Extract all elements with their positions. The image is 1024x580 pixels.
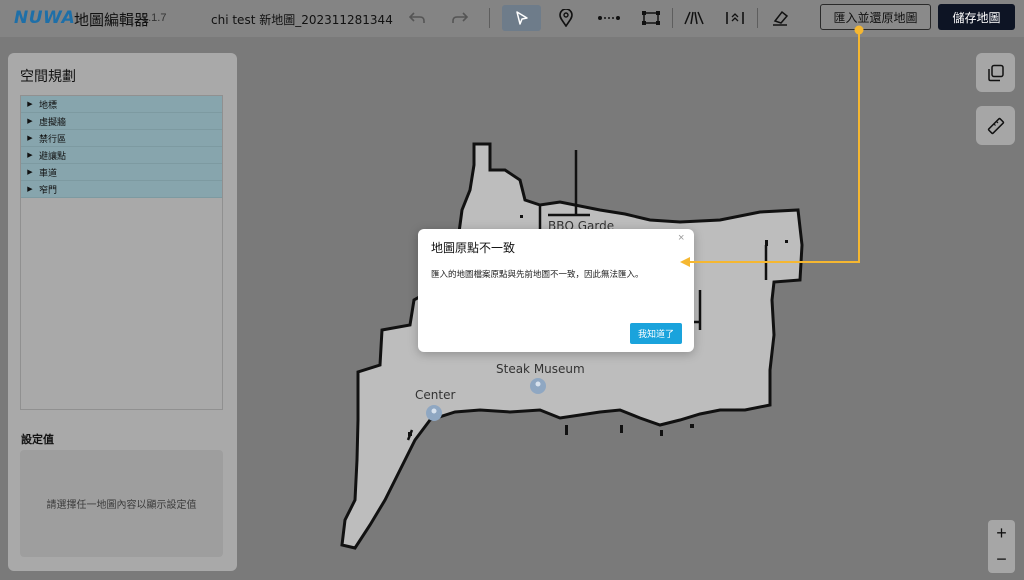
import-restore-map-button[interactable]: 匯入並還原地圖 xyxy=(820,4,931,30)
copy-icon xyxy=(987,64,1004,81)
map-pin-steak-museum xyxy=(530,378,546,394)
measure-button[interactable] xyxy=(976,106,1015,145)
pointer-icon[interactable] xyxy=(502,5,541,31)
redo-icon[interactable] xyxy=(448,5,472,31)
pin-icon[interactable] xyxy=(555,5,577,31)
layer-list: ▶ 地標 ▶ 虛擬牆 ▶ 禁行區 ▶ 避讓點 ▶ 車道 ▶ 窄門 xyxy=(20,95,223,410)
zoom-in-button[interactable]: + xyxy=(988,520,1015,547)
caret-right-icon: ▶ xyxy=(27,100,33,108)
app-version: 2.1.7 xyxy=(142,12,167,24)
undo-icon[interactable] xyxy=(405,5,429,31)
close-icon[interactable]: × xyxy=(678,232,684,244)
zoom-out-button[interactable]: − xyxy=(988,546,1015,573)
caret-right-icon: ▶ xyxy=(27,134,33,142)
map-name: chi test 新地圖_202311281344 xyxy=(211,13,393,27)
map-label-steak-museum: Steak Museum xyxy=(496,362,585,376)
layer-item-label: 避讓點 xyxy=(39,151,67,162)
path-icon[interactable] xyxy=(595,5,623,31)
save-map-button[interactable]: 儲存地圖 xyxy=(938,4,1015,30)
door-icon[interactable] xyxy=(722,5,748,31)
app-title: 地圖編輯器 xyxy=(74,11,150,29)
caret-right-icon: ▶ xyxy=(27,117,33,125)
settings-title: 設定值 xyxy=(21,433,54,446)
map-label-center: Center xyxy=(415,388,455,402)
toolbar-divider xyxy=(489,8,490,28)
space-planning-panel: 空間規劃 ▶ 地標 ▶ 虛擬牆 ▶ 禁行區 ▶ 避讓點 ▶ 車道 ▶ 窄門 設定值 請選擇任… xyxy=(8,53,237,571)
layer-item-label: 窄門 xyxy=(39,185,58,196)
eraser-icon[interactable] xyxy=(768,5,792,31)
layer-item-lane[interactable]: ▶ 車道 xyxy=(21,164,222,181)
ruler-icon xyxy=(987,117,1004,134)
layer-item-label: 禁行區 xyxy=(39,134,67,145)
dialog-title: 地圖原點不一致 xyxy=(431,241,516,255)
map-pin-center xyxy=(426,405,442,421)
layer-item-virtual-wall[interactable]: ▶ 虛擬牆 xyxy=(21,113,222,130)
acknowledge-button[interactable]: 我知道了 xyxy=(630,323,682,344)
nuwa-logo: NUWA xyxy=(14,8,76,28)
layers-toggle-button[interactable] xyxy=(976,53,1015,92)
layer-item-label: 車道 xyxy=(39,168,58,179)
settings-empty-state: 請選擇任一地圖內容以顯示設定值 xyxy=(20,450,223,557)
layer-item-label: 地標 xyxy=(39,100,58,111)
lanes-icon[interactable] xyxy=(681,5,707,31)
caret-right-icon: ▶ xyxy=(27,168,33,176)
area-icon[interactable] xyxy=(639,5,663,31)
toolbar-divider xyxy=(757,8,758,28)
layer-item-narrow-door[interactable]: ▶ 窄門 xyxy=(21,181,222,198)
panel-title: 空間規劃 xyxy=(20,69,76,85)
caret-right-icon: ▶ xyxy=(27,185,33,193)
top-toolbar: NUWA 地圖編輯器 2.1.7 chi test 新地圖_2023112813… xyxy=(0,0,1024,37)
layer-item-label: 虛擬牆 xyxy=(39,117,67,128)
layer-item-forbidden-zone[interactable]: ▶ 禁行區 xyxy=(21,130,222,147)
dialog-message: 匯入的地圖檔案原點與先前地圖不一致，因此無法匯入。 xyxy=(431,270,644,280)
origin-mismatch-dialog: 地圖原點不一致 × 匯入的地圖檔案原點與先前地圖不一致，因此無法匯入。 我知道了 xyxy=(418,229,694,352)
caret-right-icon: ▶ xyxy=(27,151,33,159)
layer-item-avoid-point[interactable]: ▶ 避讓點 xyxy=(21,147,222,164)
toolbar-divider xyxy=(672,8,673,28)
layer-item-landmark[interactable]: ▶ 地標 xyxy=(21,96,222,113)
